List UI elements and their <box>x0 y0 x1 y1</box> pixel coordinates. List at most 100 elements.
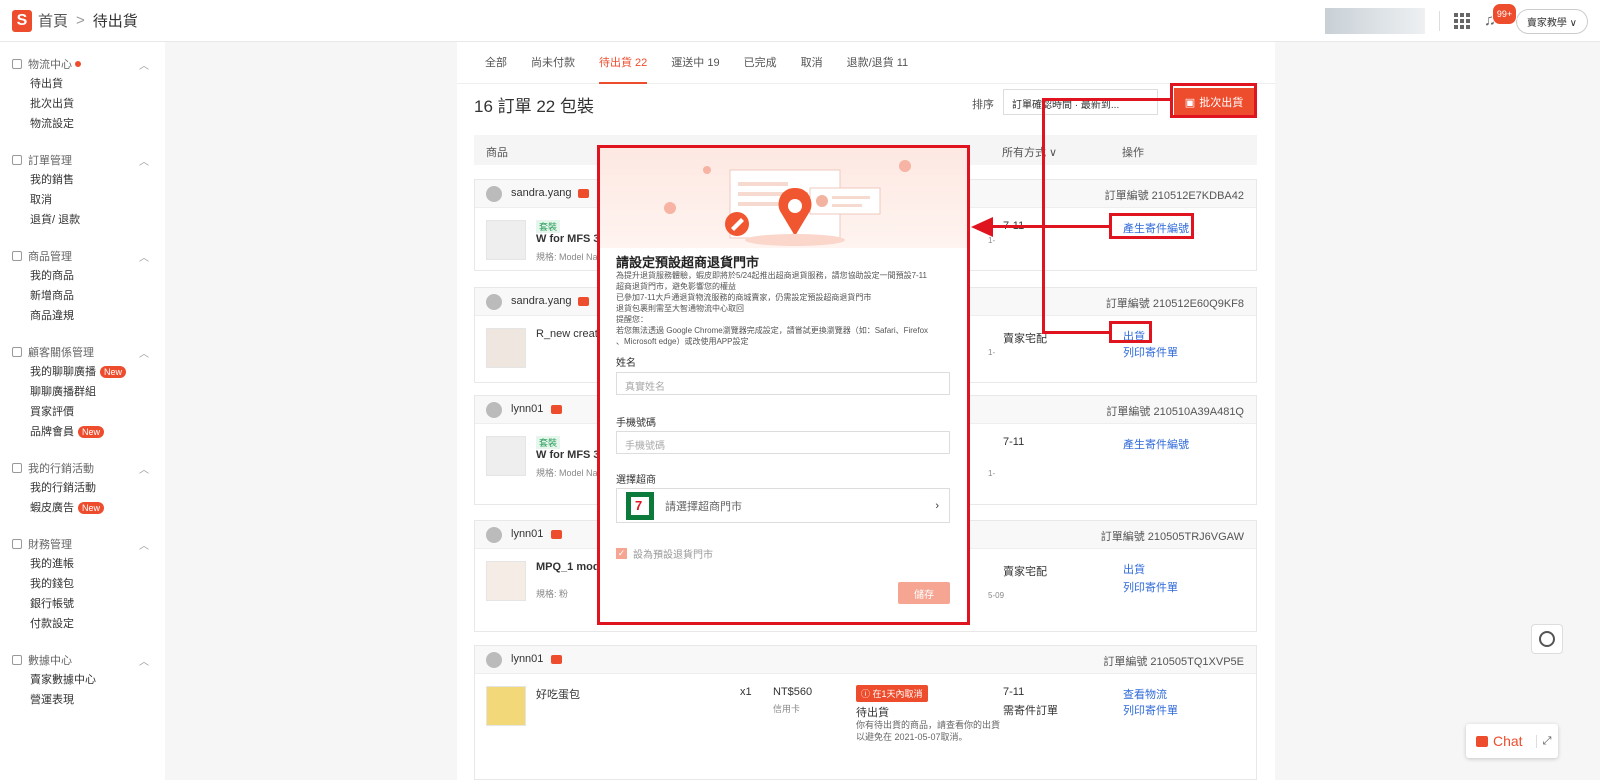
product-name[interactable]: W for MFS 3( <box>536 233 603 245</box>
sidebar-group-title[interactable]: 物流中心 ︿ <box>0 54 165 74</box>
sidebar-item-batch-ship[interactable]: 批次出貨 <box>0 94 165 114</box>
box-icon <box>12 251 22 261</box>
sidebar-item-add-product[interactable]: 新增商品 <box>0 286 165 306</box>
chat-label: Chat <box>1493 733 1523 749</box>
sidebar-item-cancel[interactable]: 取消 <box>0 190 165 210</box>
sidebar-group-data: 數據中心 ︿ 賣家數據中心 營運表現 <box>0 650 165 710</box>
sort-select[interactable]: 訂單確認時間 · 最新到... <box>1003 89 1158 115</box>
tab-shipping[interactable]: 運送中 19 <box>671 42 719 84</box>
chat-icon[interactable] <box>578 189 589 198</box>
tab-to-ship[interactable]: 待出貨 22 <box>599 42 648 84</box>
sidebar-item-payment-settings[interactable]: 付款設定 <box>0 614 165 634</box>
chat-widget[interactable]: Chat ⤢ <box>1466 724 1558 758</box>
people-icon <box>12 347 22 357</box>
sort-label: 排序 <box>972 99 994 111</box>
buyer-avatar <box>486 186 502 202</box>
name-input[interactable]: 真實姓名 <box>616 372 950 395</box>
ship-link[interactable]: 出貨 <box>1123 561 1145 577</box>
new-badge: New <box>78 502 105 514</box>
sidebar-item-returns[interactable]: 退貨/ 退款 <box>0 210 165 230</box>
chevron-up-icon[interactable]: ︿ <box>139 653 149 668</box>
sidebar-item-chat-broadcast[interactable]: 我的聊聊廣播 New <box>0 362 165 382</box>
column-action: 操作 <box>1122 147 1144 159</box>
sidebar-group-title[interactable]: 顧客關係管理 ︿ <box>0 342 165 362</box>
sidebar-group-title[interactable]: 商品管理 ︿ <box>0 246 165 266</box>
sidebar-item-brand-members[interactable]: 品牌會員 New <box>0 422 165 442</box>
print-waybill-link[interactable]: 列印寄件單 <box>1123 702 1178 718</box>
product-name[interactable]: W for MFS 3( <box>536 449 603 461</box>
view-logistics-link[interactable]: 查看物流 <box>1123 686 1167 702</box>
chat-icon[interactable] <box>578 297 589 306</box>
highlight-generate-tracking <box>1109 213 1194 239</box>
save-button[interactable]: 儲存 <box>898 582 950 604</box>
chevron-up-icon[interactable]: ︿ <box>139 537 149 552</box>
product-thumbnail <box>486 328 526 368</box>
breadcrumb-home[interactable]: 首頁 <box>38 10 68 31</box>
sidebar-group-marketing: 我的行銷活動 ︿ 我的行銷活動 蝦皮廣告 New <box>0 458 165 518</box>
sidebar-item-logistics-settings[interactable]: 物流設定 <box>0 114 165 134</box>
sidebar-group-title[interactable]: 數據中心 ︿ <box>0 650 165 670</box>
sidebar-item-my-products[interactable]: 我的商品 <box>0 266 165 286</box>
sidebar-item-wallet[interactable]: 我的錢包 <box>0 574 165 594</box>
print-waybill-link[interactable]: 列印寄件單 <box>1123 344 1178 360</box>
tab-cancelled[interactable]: 取消 <box>801 42 823 84</box>
product-name[interactable]: MPQ_1 mode <box>536 561 606 573</box>
product-name[interactable]: 好吃蛋包 <box>536 686 580 702</box>
sidebar-item-income[interactable]: 我的進帳 <box>0 554 165 574</box>
store-select[interactable]: 7 請選擇超商門市 › <box>616 488 950 523</box>
expand-icon[interactable]: ⤢ <box>1535 734 1551 748</box>
tab-all[interactable]: 全部 <box>485 42 507 84</box>
tab-returns[interactable]: 退款/退貨 11 <box>847 42 909 84</box>
modal-title: 請設定預設超商退貨門市 <box>616 255 760 270</box>
sidebar-group-title[interactable]: 財務管理 ︿ <box>0 534 165 554</box>
checkbox-checked-icon[interactable]: ✓ <box>616 548 627 559</box>
column-shipping-filter[interactable]: 所有方式 ∨ <box>1002 144 1057 160</box>
bundle-tag: 套裝 <box>536 436 561 449</box>
generate-tracking-link[interactable]: 產生寄件編號 <box>1123 436 1189 452</box>
sidebar-item-bank-account[interactable]: 銀行帳號 <box>0 594 165 614</box>
sidebar-item-seller-data[interactable]: 賣家數據中心 <box>0 670 165 690</box>
seller-tutorial-button[interactable]: 賣家教學 ∨ <box>1515 8 1588 34</box>
buyer-name[interactable]: lynn01 <box>511 528 543 540</box>
sidebar-item-performance[interactable]: 營運表現 <box>0 690 165 710</box>
phone-label: 手機號碼 <box>616 418 656 429</box>
sidebar-item-to-ship[interactable]: 待出貨 <box>0 74 165 94</box>
shipping-method: 7-11 <box>1003 436 1025 448</box>
phone-input[interactable]: 手機號碼 <box>616 431 950 454</box>
shopee-logo-icon[interactable]: S <box>12 9 32 32</box>
product-thumbnail <box>486 686 526 726</box>
alert-dot <box>75 61 81 67</box>
sidebar-item-my-marketing[interactable]: 我的行銷活動 <box>0 478 165 498</box>
tab-completed[interactable]: 已完成 <box>744 42 777 84</box>
sidebar-item-product-violations[interactable]: 商品違規 <box>0 306 165 326</box>
tab-unpaid[interactable]: 尚未付款 <box>531 42 575 84</box>
buyer-name[interactable]: lynn01 <box>511 403 543 415</box>
sidebar-item-buyer-reviews[interactable]: 買家評價 <box>0 402 165 422</box>
chat-icon[interactable] <box>551 655 562 664</box>
sidebar-group-title[interactable]: 訂單管理 ︿ <box>0 150 165 170</box>
date-fragment: 1- <box>988 348 996 357</box>
buyer-name[interactable]: sandra.yang <box>511 295 572 307</box>
chevron-up-icon[interactable]: ︿ <box>139 461 149 476</box>
shop-avatar[interactable] <box>1324 8 1425 34</box>
sidebar-item-my-sales[interactable]: 我的銷售 <box>0 170 165 190</box>
chevron-up-icon[interactable]: ︿ <box>139 153 149 168</box>
print-waybill-link[interactable]: 列印寄件單 <box>1123 579 1178 595</box>
chat-icon[interactable] <box>551 405 562 414</box>
product-name[interactable]: R_new creat <box>536 328 598 340</box>
notification-bell-icon[interactable]: ♫ 99+ <box>1484 3 1518 30</box>
callout-line <box>1042 98 1172 101</box>
buyer-name[interactable]: sandra.yang <box>511 187 572 199</box>
sidebar-group-title[interactable]: 我的行銷活動 ︿ <box>0 458 165 478</box>
default-store-checkbox[interactable]: ✓ 設為預設退貨門市 <box>616 546 713 561</box>
buyer-name[interactable]: lynn01 <box>511 653 543 665</box>
breadcrumb-current: 待出貨 <box>92 13 138 30</box>
chevron-up-icon[interactable]: ︿ <box>139 249 149 264</box>
apps-grid-icon[interactable] <box>1453 13 1470 29</box>
chevron-up-icon[interactable]: ︿ <box>139 345 149 360</box>
sidebar-item-broadcast-groups[interactable]: 聊聊廣播群組 <box>0 382 165 402</box>
chat-icon[interactable] <box>551 530 562 539</box>
sidebar-item-shopee-ads[interactable]: 蝦皮廣告 New <box>0 498 165 518</box>
chevron-up-icon[interactable]: ︿ <box>139 57 149 72</box>
help-icon[interactable] <box>1531 624 1563 654</box>
